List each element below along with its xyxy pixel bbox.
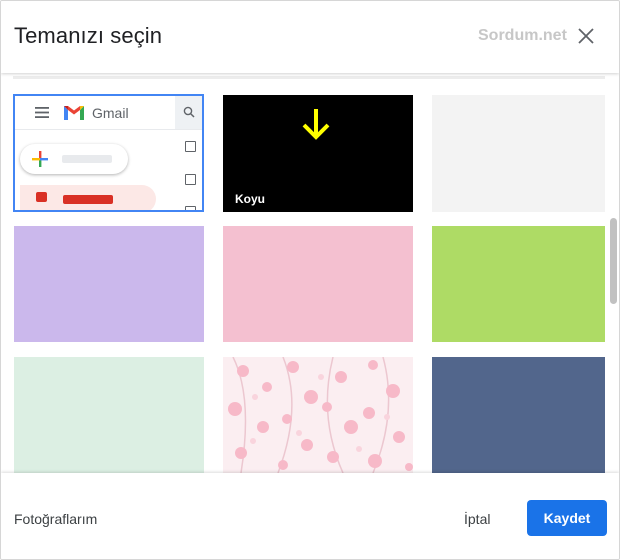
theme-tile-dark[interactable]: Koyu <box>223 95 413 212</box>
watermark-text: Sordum.net <box>478 27 567 44</box>
theme-tile-mint[interactable] <box>14 357 204 473</box>
theme-tile-light-gray[interactable] <box>432 95 605 212</box>
theme-tile-cherry-blossom[interactable] <box>223 357 413 473</box>
gmail-logo-icon <box>64 106 84 120</box>
preview-compose-text <box>62 155 112 163</box>
dialog-footer: Fotoğraflarım İptal Kaydet <box>1 473 619 559</box>
search-icon <box>183 106 195 118</box>
theme-tile-lavender[interactable] <box>14 226 204 342</box>
preview-inbox-row <box>20 185 156 210</box>
preview-inbox-label <box>63 195 113 204</box>
cherry-blossom-pattern <box>228 357 413 473</box>
theme-tile-lime[interactable] <box>432 226 605 342</box>
preview-search <box>175 96 202 129</box>
menu-icon <box>35 107 49 118</box>
theme-tile-slate-blue[interactable] <box>432 357 605 473</box>
my-photos-button[interactable]: Fotoğraflarım <box>14 511 97 527</box>
close-icon[interactable] <box>573 23 599 49</box>
cancel-button[interactable]: İptal <box>464 511 490 527</box>
save-button[interactable]: Kaydet <box>527 500 607 536</box>
dialog-title: Temanızı seçin <box>14 23 163 48</box>
preview-checkbox <box>185 206 196 210</box>
dialog-header: Temanızı seçin Sordum.net <box>1 1 619 73</box>
content-top-divider <box>13 76 605 79</box>
theme-tile-default[interactable]: Gmail <box>13 94 204 212</box>
theme-dialog: Gmail Koyu Temanızı seçin Sordum.net Fot… <box>0 0 620 560</box>
preview-compose-button <box>20 144 128 174</box>
theme-tile-pink[interactable] <box>223 226 413 342</box>
theme-label-dark: Koyu <box>235 192 265 206</box>
scrollbar-thumb[interactable] <box>610 218 617 304</box>
preview-checkbox <box>185 174 196 185</box>
down-arrow-icon <box>302 109 330 140</box>
inbox-icon <box>36 192 47 202</box>
preview-checkbox <box>185 141 196 152</box>
preview-toolbar: Gmail <box>15 96 202 130</box>
preview-app-name: Gmail <box>92 105 129 121</box>
compose-plus-icon <box>32 151 48 167</box>
